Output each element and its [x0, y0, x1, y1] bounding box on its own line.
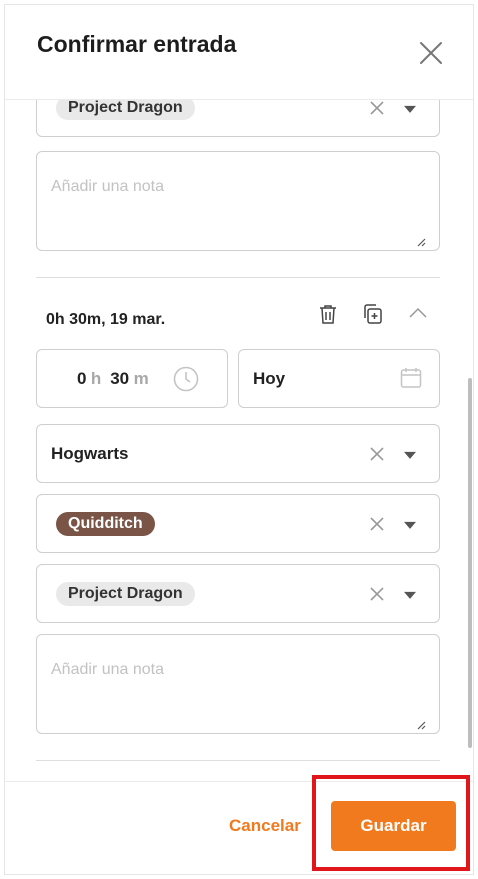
delete-entry-button[interactable] — [317, 303, 339, 325]
trash-icon — [320, 305, 336, 324]
clear-icon — [370, 516, 384, 531]
clear-task-button[interactable] — [370, 516, 384, 531]
project-select-top[interactable]: Project Dragon — [36, 100, 440, 137]
clear-client-button[interactable] — [370, 446, 384, 461]
note-field[interactable] — [36, 634, 440, 734]
chevron-up-icon — [409, 307, 427, 318]
clock-icon[interactable] — [173, 366, 199, 392]
modal-footer: Cancelar Guardar — [5, 781, 473, 874]
clear-icon — [370, 446, 384, 461]
save-button[interactable]: Guardar — [331, 801, 456, 851]
confirm-entry-modal: Confirmar entrada Project Dragon 0h 30m,… — [4, 4, 474, 875]
date-input[interactable]: Hoy — [238, 349, 440, 408]
clear-project-top-button[interactable] — [370, 100, 384, 115]
hours-value: 0 — [77, 369, 87, 388]
clear-icon — [370, 100, 384, 115]
task-chip: Quidditch — [56, 511, 155, 536]
task-select[interactable]: Quidditch — [36, 494, 440, 553]
client-value: Hogwarts — [51, 443, 129, 463]
clear-project-button[interactable] — [370, 586, 384, 601]
entry-divider — [36, 277, 440, 278]
resize-grip-icon[interactable] — [416, 237, 426, 247]
chevron-down-icon[interactable] — [404, 591, 416, 599]
modal-body[interactable]: Project Dragon 0h 30m, 19 mar. — [5, 100, 473, 783]
close-icon — [420, 42, 442, 64]
collapse-entry-button[interactable] — [407, 303, 429, 325]
entry-divider — [36, 760, 440, 761]
modal-title: Confirmar entrada — [37, 31, 237, 57]
chevron-down-icon[interactable] — [404, 105, 416, 113]
entry-summary: 0h 30m, 19 mar. — [46, 311, 166, 328]
duplicate-entry-button[interactable] — [362, 303, 384, 325]
calendar-icon[interactable] — [400, 367, 422, 389]
minutes-value: 30 — [110, 369, 130, 388]
project-select[interactable]: Project Dragon — [36, 564, 440, 623]
modal-header: Confirmar entrada — [5, 5, 473, 100]
close-button[interactable] — [419, 41, 443, 65]
date-value: Hoy — [253, 368, 286, 388]
resize-grip-icon[interactable] — [416, 720, 426, 730]
project-chip-top: Project Dragon — [56, 100, 195, 120]
chevron-down-icon[interactable] — [404, 521, 416, 529]
scrollbar[interactable] — [468, 378, 472, 748]
clear-icon — [370, 586, 384, 601]
duration-input[interactable]: 0 h 30 m — [36, 349, 228, 408]
client-select[interactable]: Hogwarts — [36, 424, 440, 483]
hours-unit: h — [90, 369, 102, 388]
project-chip: Project Dragon — [56, 581, 195, 606]
note-field-top[interactable] — [36, 151, 440, 251]
minutes-unit: m — [133, 369, 149, 388]
chevron-down-icon[interactable] — [404, 451, 416, 459]
cancel-button[interactable]: Cancelar — [229, 816, 301, 836]
duplicate-icon — [364, 304, 382, 324]
